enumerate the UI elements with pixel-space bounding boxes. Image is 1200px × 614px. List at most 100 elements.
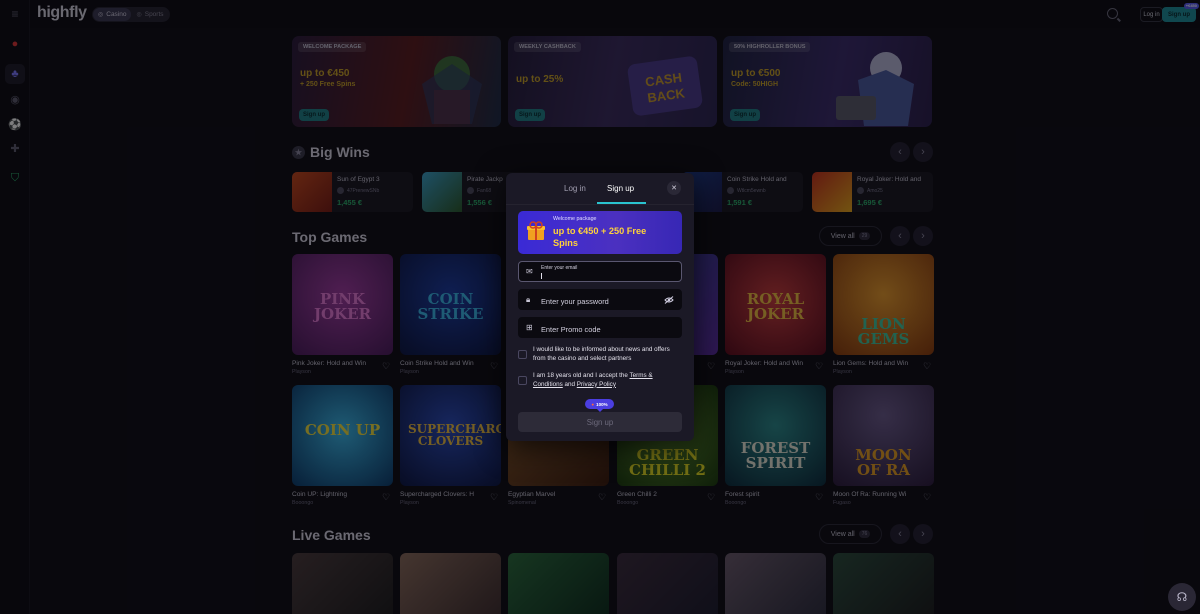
favorite-heart-icon[interactable]: ♡ [490, 362, 499, 371]
promo-cta-button[interactable]: Sign up [730, 109, 760, 121]
promo-highroller[interactable]: 50% HIGHROLLER BONUS up to €500 Code: 50… [723, 36, 932, 127]
game-tile[interactable]: ROYAL JOKER Royal Joker: Hold and Win Pla… [725, 254, 826, 375]
text-caret [541, 273, 542, 279]
password-field[interactable]: 🔒︎ Enter your password [518, 289, 682, 310]
menu-icon[interactable]: ≡ [5, 4, 25, 24]
game-tile[interactable]: FOREST SPIRIT Forest spirit Booongo ♡ [725, 385, 826, 506]
live-game-tile[interactable] [292, 553, 393, 614]
sports-icon[interactable]: ⚽ [5, 114, 25, 134]
promo-line1: up to 25% [516, 74, 564, 85]
terms-text-and: and [562, 380, 577, 388]
newsletter-checkbox[interactable] [518, 350, 527, 359]
email-field[interactable]: ✉ Enter your email [518, 261, 682, 282]
win-username: Fan68 [477, 187, 492, 194]
game-image: PINK JOKER [292, 254, 393, 355]
live-game-tile[interactable] [617, 553, 718, 614]
queen-illustration [836, 52, 914, 126]
eye-off-icon[interactable] [664, 296, 674, 304]
promo-line2: Code: 50HIGH [731, 81, 779, 88]
favorite-heart-icon[interactable]: ♡ [815, 362, 824, 371]
live-icon[interactable]: ◉ [5, 89, 25, 109]
close-icon[interactable]: ✕ [667, 181, 681, 195]
favorite-heart-icon[interactable]: ♡ [382, 362, 391, 371]
promo-cta-button[interactable]: Sign up [299, 109, 329, 121]
promo-welcome[interactable]: WELCOME PACKAGE up to €450 + 250 Free Sp… [292, 36, 501, 127]
game-thumbnail [292, 172, 332, 212]
game-tile[interactable]: COIN UP Coin UP: Lightning Booongo ♡ [292, 385, 393, 506]
game-name: Lion Gems: Hold and Win [833, 360, 909, 367]
signup-bonus-badge: +€450 [1183, 3, 1199, 9]
tab-login[interactable]: Log in [564, 184, 586, 193]
mode-casino[interactable]: ◎ Casino [93, 8, 132, 21]
game-tile[interactable]: SUPERCHARGEDCLOVERS Supercharged Clovers… [400, 385, 501, 506]
promo-code-field[interactable]: ⊞ Enter Promo code [518, 317, 682, 338]
big-win-card[interactable]: Coin Strike Hold and Wtlcm5ewnb 1,591 € [682, 172, 803, 212]
logo[interactable]: highfly [37, 4, 87, 22]
top-games-view-all-button[interactable]: View all 29 [819, 226, 882, 246]
big-win-card[interactable]: Royal Joker: Hold and Amo25 1,695 € [812, 172, 933, 212]
signup-submit-button[interactable]: Sign up [518, 412, 682, 432]
cherry-icon[interactable]: ● [5, 34, 25, 54]
game-tile[interactable]: COIN STRIKE Coin Strike Hold and Win Play… [400, 254, 501, 375]
privacy-link[interactable]: Privacy Policy [577, 381, 616, 388]
mode-switch: ◎ Casino ◎ Sports [92, 7, 170, 22]
live-games-next-button[interactable]: › [913, 524, 933, 544]
view-all-label: View all [830, 232, 855, 240]
live-games-title: Live Games [292, 527, 371, 543]
live-game-tile[interactable] [725, 553, 826, 614]
favorite-heart-icon[interactable]: ♡ [923, 493, 932, 502]
game-name: Forest spirit [725, 491, 760, 498]
live-game-tile[interactable] [833, 553, 934, 614]
game-tile[interactable]: MOON OF RA Moon Of Ra: Running Wi Fugaso… [833, 385, 934, 506]
live-games-prev-button[interactable]: ‹ [890, 524, 910, 544]
game-name: Coin UP: Lightning [292, 491, 347, 498]
app-root: ≡ ● ♣ ◉ ⚽ ✚ ⛉ highfly ◎ Casino ◎ Sports Lo… [0, 0, 1200, 614]
favorite-heart-icon[interactable]: ♡ [707, 493, 716, 502]
mode-sports[interactable]: ◎ Sports [131, 8, 168, 21]
live-games-view-all-button[interactable]: View all 76 [819, 524, 882, 544]
welcome-banner: Welcome package up to €450 + 250 Free Sp… [518, 211, 682, 254]
top-games-prev-button[interactable]: ‹ [890, 226, 910, 246]
win-amount: 1,695 € [857, 198, 883, 207]
game-provider: Fugaso [833, 500, 851, 506]
live-game-tile[interactable] [508, 553, 609, 614]
support-chat-icon[interactable]: ☊ [1168, 583, 1196, 611]
gift-icon [527, 221, 545, 240]
promo-cashback[interactable]: WEEKLY CASHBACK up to 25% Sign up CASH BA… [508, 36, 717, 127]
game-tile[interactable]: LION GEMS Lion Gems: Hold and Win Playso… [833, 254, 934, 375]
signup-button[interactable]: Sign up +€450 [1162, 3, 1199, 22]
big-win-card[interactable]: Sun of Egypt 3 47PrenewSNb 1,455 € [292, 172, 413, 212]
search-icon[interactable] [1107, 8, 1118, 19]
promo-cta-button[interactable]: Sign up [515, 109, 545, 121]
favorite-heart-icon[interactable]: ♡ [707, 362, 716, 371]
game-thumbnail [422, 172, 462, 212]
big-wins-next-button[interactable]: › [913, 142, 933, 162]
top-games-title: Top Games [292, 229, 368, 245]
live-game-tile[interactable] [400, 553, 501, 614]
tab-signup[interactable]: Sign up [607, 184, 634, 193]
terms-checkbox[interactable] [518, 376, 527, 385]
email-label: Enter your email [541, 265, 578, 271]
login-button[interactable]: Log in [1140, 7, 1163, 22]
favorite-heart-icon[interactable]: ♡ [490, 493, 499, 502]
tab-divider [506, 204, 694, 205]
game-provider: Spinomenal [508, 500, 536, 506]
favorite-heart-icon[interactable]: ♡ [598, 493, 607, 502]
game-image: COIN STRIKE [400, 254, 501, 355]
gamepad-icon[interactable]: ✚ [5, 138, 25, 158]
promo-line1: up to €450 [300, 68, 350, 79]
top-games-next-button[interactable]: › [913, 226, 933, 246]
favorite-heart-icon[interactable]: ♡ [382, 493, 391, 502]
progress-value: 100% [596, 401, 608, 407]
casino-icon[interactable]: ♣ [5, 64, 25, 84]
shield-icon[interactable]: ⛉ [5, 168, 25, 188]
big-wins-prev-button[interactable]: ‹ [890, 142, 910, 162]
favorite-heart-icon[interactable]: ♡ [815, 493, 824, 502]
lock-icon: 🔒︎ [526, 295, 531, 304]
game-name: Royal Joker: Hold and Win [725, 360, 804, 367]
game-name: Green Chilli 2 [617, 491, 657, 498]
favorite-heart-icon[interactable]: ♡ [923, 362, 932, 371]
promo-tag: WEEKLY CASHBACK [514, 42, 581, 52]
mode-casino-label: Casino [106, 11, 127, 18]
game-tile[interactable]: PINK JOKER Pink Joker: Hold and Win Plays… [292, 254, 393, 375]
